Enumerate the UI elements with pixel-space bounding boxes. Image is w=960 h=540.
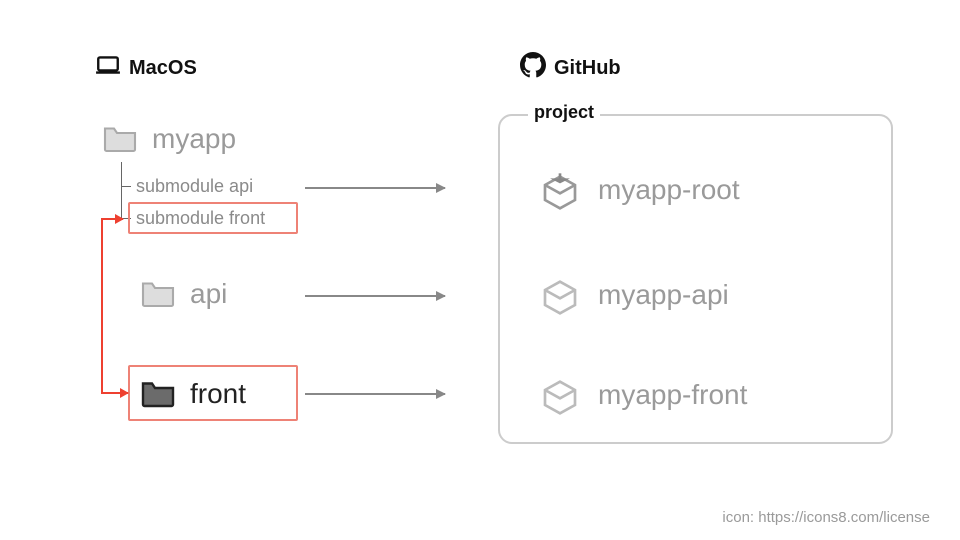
arrow-api — [305, 295, 445, 297]
folder-front-label: front — [190, 378, 246, 410]
package-icon — [540, 375, 580, 415]
arrow-front — [305, 393, 445, 395]
folder-api: api — [140, 278, 227, 310]
header-github: GitHub — [520, 52, 621, 84]
repo-myapp-root: myapp-root — [540, 170, 740, 210]
package-icon — [540, 275, 580, 315]
repo-label: myapp-front — [598, 379, 747, 411]
arrow-root — [305, 187, 445, 189]
header-github-label: GitHub — [554, 57, 621, 80]
header-macos-label: MacOS — [129, 57, 197, 80]
submodule-front-label: submodule front — [136, 208, 265, 228]
submodule-front: submodule front — [136, 208, 265, 229]
folder-api-label: api — [190, 278, 227, 310]
attribution-text: icon: https://icons8.com/license — [722, 509, 930, 526]
laptop-icon — [95, 52, 121, 84]
highlight-arrow-vertical — [101, 218, 103, 392]
folder-front: front — [140, 378, 246, 410]
repo-myapp-front: myapp-front — [540, 375, 747, 415]
folder-icon — [140, 379, 176, 409]
header-macos: MacOS — [95, 52, 197, 84]
tree-connector — [121, 186, 131, 187]
folder-myapp: myapp — [102, 123, 236, 155]
submodule-api-label: submodule api — [136, 176, 253, 196]
github-icon — [520, 52, 546, 84]
folder-myapp-label: myapp — [152, 123, 236, 155]
project-label: project — [528, 102, 600, 123]
highlight-arrow-tail — [101, 392, 128, 394]
repo-myapp-api: myapp-api — [540, 275, 729, 315]
tree-connector — [121, 162, 122, 218]
folder-icon — [140, 279, 176, 309]
package-icon — [540, 170, 580, 210]
repo-label: myapp-root — [598, 174, 740, 206]
submodule-api: submodule api — [136, 176, 253, 197]
folder-icon — [102, 124, 138, 154]
repo-label: myapp-api — [598, 279, 729, 311]
highlight-arrow-head — [101, 218, 123, 220]
diagram-canvas: MacOS GitHub myapp submodule api submodu… — [0, 0, 960, 540]
